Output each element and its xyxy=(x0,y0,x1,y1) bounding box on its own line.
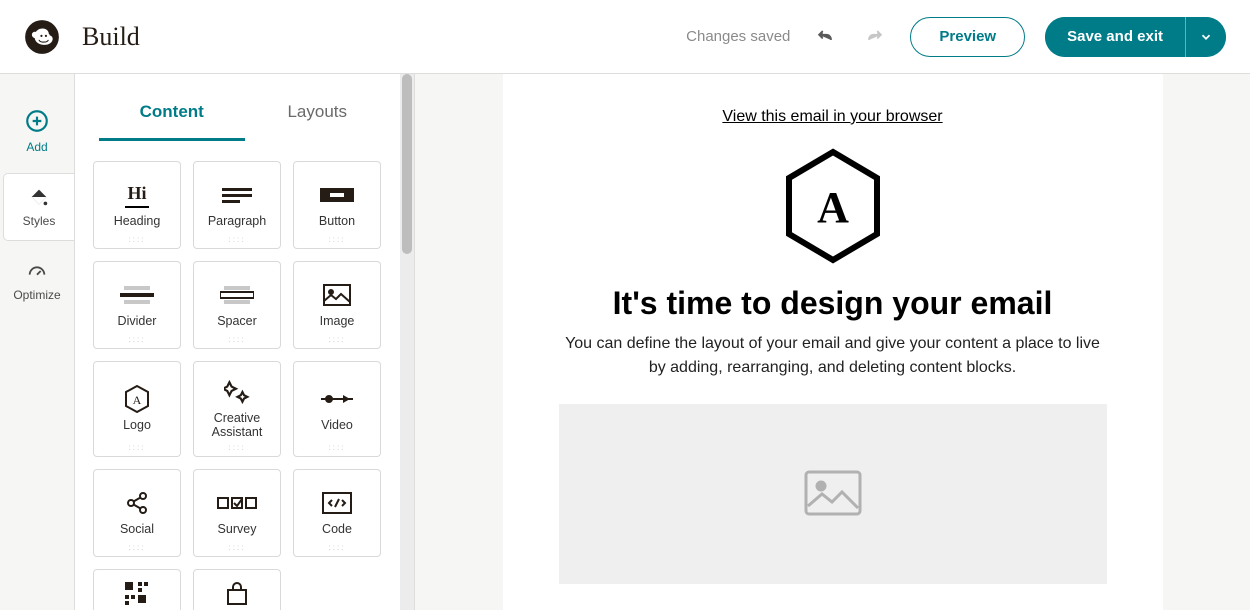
tile-label: Image xyxy=(320,314,355,328)
share-icon xyxy=(125,490,149,516)
spacer-icon xyxy=(220,282,254,308)
tile-product[interactable]: Product xyxy=(193,569,281,610)
tile-apps[interactable]: Apps xyxy=(93,569,181,610)
mailchimp-logo-icon xyxy=(24,19,60,55)
tile-video[interactable]: Video :::: xyxy=(293,361,381,457)
left-rail: Add Styles Optimize xyxy=(0,74,75,610)
grip-icon: :::: xyxy=(129,543,146,552)
panel-tabs: Content Layouts xyxy=(75,86,414,141)
save-exit-dropdown[interactable] xyxy=(1186,17,1226,57)
workspace: Add Styles Optimize Content Layouts Hi H… xyxy=(0,74,1250,610)
bag-icon xyxy=(225,581,249,607)
tile-code[interactable]: Code :::: xyxy=(293,469,381,557)
grip-icon: :::: xyxy=(129,443,146,452)
save-exit-button[interactable]: Save and exit xyxy=(1045,17,1186,57)
rail-item-styles[interactable]: Styles xyxy=(4,174,74,240)
top-bar: Build Changes saved Preview Save and exi… xyxy=(0,0,1250,74)
tile-label: Spacer xyxy=(217,314,257,328)
divider-icon xyxy=(120,282,154,308)
tile-survey[interactable]: Survey :::: xyxy=(193,469,281,557)
logo-icon: A xyxy=(124,386,150,412)
logo-placeholder-icon: A xyxy=(559,148,1107,267)
tile-label: Button xyxy=(319,214,355,228)
view-in-browser-link[interactable]: View this email in your browser xyxy=(722,108,942,126)
tile-divider[interactable]: Divider :::: xyxy=(93,261,181,349)
rail-item-label: Add xyxy=(26,140,47,154)
tile-label: Social xyxy=(120,522,154,536)
sparkle-icon xyxy=(224,379,250,405)
code-icon xyxy=(322,490,352,516)
tile-label: Creative Assistant xyxy=(194,411,280,440)
tile-spacer[interactable]: Spacer :::: xyxy=(193,261,281,349)
grip-icon: :::: xyxy=(129,235,146,244)
panel-scrollbar[interactable] xyxy=(400,74,414,610)
grip-icon: :::: xyxy=(329,443,346,452)
apps-icon xyxy=(124,581,150,607)
tile-paragraph[interactable]: Paragraph :::: xyxy=(193,161,281,249)
page-title: Build xyxy=(82,22,140,52)
grip-icon: :::: xyxy=(229,443,246,452)
brand: Build xyxy=(24,19,140,55)
preview-button[interactable]: Preview xyxy=(910,17,1025,57)
rail-item-add[interactable]: Add xyxy=(0,96,74,166)
rail-item-optimize[interactable]: Optimize xyxy=(0,248,74,314)
tile-label: Divider xyxy=(118,314,157,328)
canvas-subtext: You can define the layout of your email … xyxy=(559,332,1107,380)
rail-item-label: Optimize xyxy=(13,288,60,302)
tile-creative-assistant[interactable]: Creative Assistant :::: xyxy=(193,361,281,457)
tile-logo[interactable]: A Logo :::: xyxy=(93,361,181,457)
grip-icon: :::: xyxy=(129,335,146,344)
grip-icon: :::: xyxy=(229,235,246,244)
email-canvas[interactable]: View this email in your browser A It's t… xyxy=(503,74,1163,610)
tile-label: Survey xyxy=(218,522,257,536)
content-tiles: Hi Heading :::: Paragraph :::: Button ::… xyxy=(75,141,414,610)
scrollbar-thumb[interactable] xyxy=(402,74,412,254)
svg-text:A: A xyxy=(133,393,142,407)
tile-label: Video xyxy=(321,418,353,432)
undo-button[interactable] xyxy=(810,22,840,52)
tab-layouts[interactable]: Layouts xyxy=(245,86,391,141)
tab-content[interactable]: Content xyxy=(99,86,245,141)
video-icon xyxy=(321,386,353,412)
tile-label: Heading xyxy=(114,214,161,228)
redo-button[interactable] xyxy=(860,22,890,52)
survey-icon xyxy=(217,490,257,516)
image-icon xyxy=(323,282,351,308)
rail-item-label: Styles xyxy=(23,214,56,228)
tile-button[interactable]: Button :::: xyxy=(293,161,381,249)
grip-icon: :::: xyxy=(229,335,246,344)
image-placeholder[interactable] xyxy=(559,404,1107,584)
tile-heading[interactable]: Hi Heading :::: xyxy=(93,161,181,249)
tile-social[interactable]: Social :::: xyxy=(93,469,181,557)
heading-icon: Hi xyxy=(125,182,148,208)
left-panel: Content Layouts Hi Heading :::: Paragrap… xyxy=(75,74,415,610)
button-icon xyxy=(320,182,354,208)
tile-image[interactable]: Image :::: xyxy=(293,261,381,349)
tile-label: Code xyxy=(322,522,352,536)
tile-label: Logo xyxy=(123,418,151,432)
canvas-area[interactable]: View this email in your browser A It's t… xyxy=(415,74,1250,610)
tile-label: Paragraph xyxy=(208,214,266,228)
svg-text:A: A xyxy=(817,183,849,232)
save-exit-group: Save and exit xyxy=(1045,17,1226,57)
save-status: Changes saved xyxy=(686,28,790,45)
paragraph-icon xyxy=(222,182,252,208)
grip-icon: :::: xyxy=(329,543,346,552)
grip-icon: :::: xyxy=(229,543,246,552)
grip-icon: :::: xyxy=(329,235,346,244)
image-placeholder-icon xyxy=(804,470,862,519)
top-bar-actions: Changes saved Preview Save and exit xyxy=(686,17,1226,57)
grip-icon: :::: xyxy=(329,335,346,344)
canvas-heading: It's time to design your email xyxy=(559,285,1107,322)
